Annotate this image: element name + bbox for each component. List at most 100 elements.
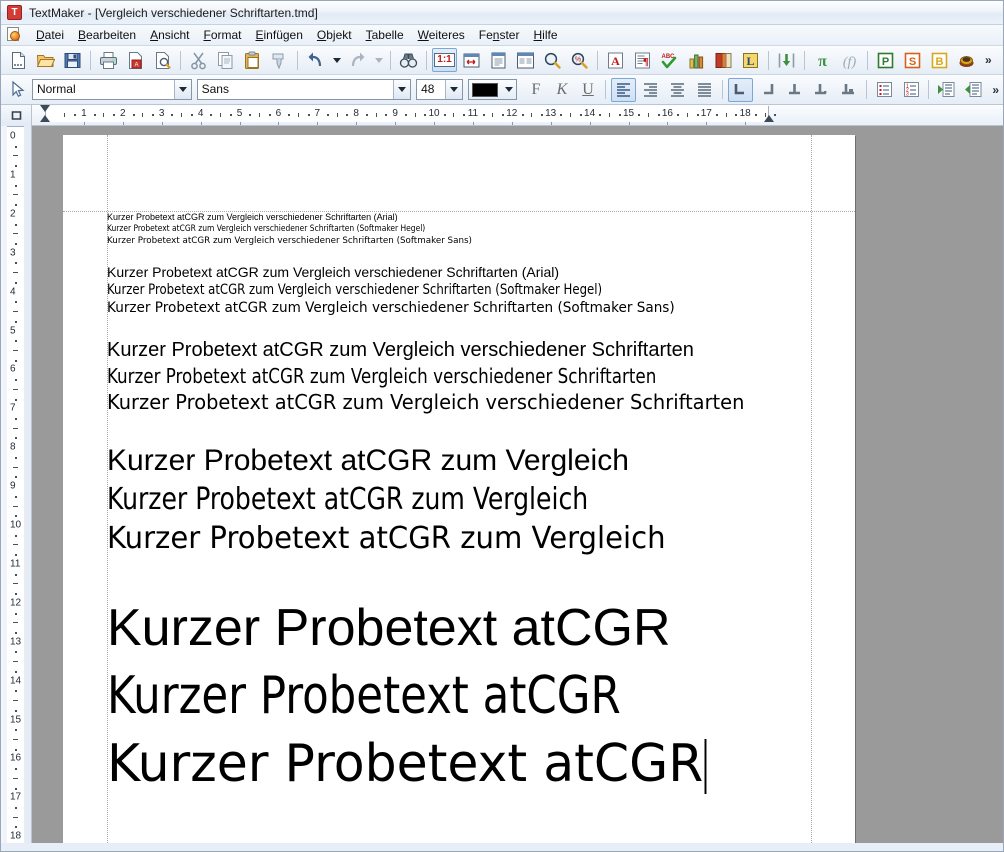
increase-indent-button[interactable] xyxy=(961,78,986,102)
horizontal-ruler[interactable]: 1 2 3 4 5 6 7 8 9 10 11 12 13 14 15 16 17 18 xyxy=(32,105,1003,125)
text-line[interactable]: Kurzer Probetext atCGR zum Vergleich ver… xyxy=(107,389,790,415)
text-line[interactable]: Kurzer Probetext atCGR zum Vergleich xyxy=(107,519,790,558)
text-line[interactable]: Kurzer Probetext atCGR zum Vergleich ver… xyxy=(107,299,790,317)
save-document-button[interactable] xyxy=(60,48,85,72)
text-line[interactable]: Kurzer Probetext atCGR zum Vergleich ver… xyxy=(107,235,790,247)
left-indent-marker[interactable] xyxy=(40,115,50,122)
print-button[interactable] xyxy=(96,48,121,72)
font-color-dropdown-icon[interactable] xyxy=(501,87,516,92)
document-control-icon[interactable] xyxy=(7,27,23,43)
text-line[interactable]: Kurzer Probetext atCGR zum Vergleich ver… xyxy=(107,211,811,223)
menu-hilfe[interactable]: Hilfe xyxy=(526,26,564,44)
tab-center-button[interactable] xyxy=(782,78,807,102)
tab-type-selector[interactable] xyxy=(1,105,32,126)
zoom-out-button[interactable]: % xyxy=(567,48,592,72)
text-line[interactable]: Kurzer Probetext atCGR xyxy=(107,730,790,798)
align-left-button[interactable] xyxy=(611,77,636,102)
text-block[interactable]: Kurzer Probetext atCGR Kurzer Probetext a… xyxy=(107,594,811,798)
numbered-list-button[interactable]: 123 xyxy=(899,78,924,102)
search-button[interactable] xyxy=(396,48,421,72)
menu-einfuegen[interactable]: Einfügen xyxy=(249,26,310,44)
paragraph-style-dropdown-icon[interactable] xyxy=(173,80,191,99)
character-format-button[interactable]: A xyxy=(603,48,628,72)
redo-button[interactable] xyxy=(345,48,370,72)
text-block[interactable]: Kurzer Probetext atCGR zum Vergleich ver… xyxy=(107,263,811,317)
database-button[interactable] xyxy=(711,48,736,72)
align-right-button[interactable] xyxy=(638,78,663,102)
beans-button[interactable] xyxy=(954,48,979,72)
font-size-dropdown-icon[interactable] xyxy=(445,80,462,99)
right-indent-marker[interactable] xyxy=(763,115,774,122)
zoom-in-button[interactable] xyxy=(540,48,565,72)
zoom-one-to-one-button[interactable]: 1:1 xyxy=(432,48,457,72)
vertical-ruler[interactable]: 0 1 2 3 4 5 6 7 8 9 10 11 12 13 14 15 16 17 18 xyxy=(1,126,32,843)
mail-merge-button[interactable] xyxy=(774,48,799,72)
menu-datei[interactable]: Datei xyxy=(29,26,71,44)
font-name-combo[interactable]: Sans xyxy=(196,79,412,100)
decrease-indent-button[interactable] xyxy=(934,78,959,102)
whole-page-button[interactable] xyxy=(486,48,511,72)
spellcheck-button[interactable]: ABC xyxy=(657,48,682,72)
text-block[interactable]: Kurzer Probetext atCGR zum Vergleich ver… xyxy=(107,337,811,415)
text-line[interactable]: Kurzer Probetext atCGR zum Vergleich ver… xyxy=(107,281,762,299)
open-document-button[interactable] xyxy=(33,48,58,72)
paragraph-style-combo[interactable]: Normal xyxy=(31,79,192,100)
text-line[interactable]: Kurzer Probetext atCGR zum Vergleich ver… xyxy=(107,337,811,363)
cut-button[interactable] xyxy=(186,48,211,72)
document-page[interactable]: Kurzer Probetext atCGR zum Vergleich ver… xyxy=(63,135,855,843)
bold-button[interactable]: F xyxy=(524,78,548,102)
format-toolbar-overflow-button[interactable]: » xyxy=(987,83,1003,97)
text-block[interactable]: Kurzer Probetext atCGR zum Vergleich Kurz… xyxy=(107,441,811,558)
planmaker-button[interactable]: S xyxy=(900,48,925,72)
format-painter-button[interactable] xyxy=(267,48,292,72)
print-preview-button[interactable] xyxy=(150,48,175,72)
copy-button[interactable] xyxy=(213,48,238,72)
underline-button[interactable]: U xyxy=(576,78,600,102)
first-line-indent-marker[interactable] xyxy=(40,105,50,112)
pdf-export-button[interactable]: A xyxy=(123,48,148,72)
paragraph-format-button[interactable]: ¶ xyxy=(630,48,655,72)
menu-bearbeiten[interactable]: Bearbeiten xyxy=(71,26,143,44)
align-center-button[interactable] xyxy=(665,78,690,102)
text-line[interactable]: Kurzer Probetext atCGR zum Vergleich ver… xyxy=(107,363,762,389)
document-text[interactable]: Kurzer Probetext atCGR zum Vergleich ver… xyxy=(107,211,811,798)
formula-button[interactable]: π xyxy=(810,48,835,72)
tab-left-button[interactable] xyxy=(727,77,753,102)
menu-tabelle[interactable]: Tabelle xyxy=(359,26,411,44)
text-block[interactable]: Kurzer Probetext atCGR zum Vergleich ver… xyxy=(107,211,811,247)
menu-format[interactable]: Format xyxy=(196,26,248,44)
function-button[interactable]: (f) xyxy=(837,48,862,72)
basicmaker-button[interactable]: B xyxy=(927,48,952,72)
select-tool-button[interactable] xyxy=(6,78,31,102)
paste-button[interactable] xyxy=(240,48,265,72)
text-line[interactable]: Kurzer Probetext atCGR zum Vergleich ver… xyxy=(107,263,811,281)
text-line[interactable]: Kurzer Probetext atCGR zum Vergleich xyxy=(107,441,811,480)
undo-dropdown-button[interactable] xyxy=(330,48,343,72)
menu-weiteres[interactable]: Weiteres xyxy=(411,26,472,44)
toolbar-overflow-button[interactable]: » xyxy=(980,53,996,67)
tab-right-button[interactable] xyxy=(755,78,780,102)
document-canvas[interactable]: Kurzer Probetext atCGR zum Vergleich ver… xyxy=(32,126,1003,843)
presentations-button[interactable]: P xyxy=(873,48,898,72)
font-color-combo[interactable] xyxy=(468,79,517,100)
menu-fenster[interactable]: Fenster xyxy=(472,26,527,44)
align-justify-button[interactable] xyxy=(692,78,717,102)
text-line[interactable]: Kurzer Probetext atCGR zum Vergleich ver… xyxy=(107,223,762,235)
chart-button[interactable] xyxy=(684,48,709,72)
new-document-button[interactable] xyxy=(6,48,31,72)
text-line[interactable]: Kurzer Probetext atCGR xyxy=(107,594,811,662)
font-size-combo[interactable]: 48 xyxy=(416,79,463,100)
bullet-list-button[interactable] xyxy=(872,78,897,102)
tab-decimal-button[interactable] xyxy=(809,78,834,102)
italic-button[interactable]: K xyxy=(550,78,574,102)
menu-ansicht[interactable]: Ansicht xyxy=(143,26,196,44)
menu-objekt[interactable]: Objekt xyxy=(310,26,359,44)
tab-bar-button[interactable] xyxy=(836,78,861,102)
text-line[interactable]: Kurzer Probetext atCGR zum Vergleich xyxy=(107,480,762,519)
text-line[interactable]: Kurzer Probetext atCGR xyxy=(107,662,762,730)
page-width-button[interactable] xyxy=(459,48,484,72)
undo-button[interactable] xyxy=(303,48,328,72)
label-button[interactable]: L xyxy=(738,48,763,72)
font-name-dropdown-icon[interactable] xyxy=(393,80,411,99)
redo-dropdown-button[interactable] xyxy=(372,48,385,72)
